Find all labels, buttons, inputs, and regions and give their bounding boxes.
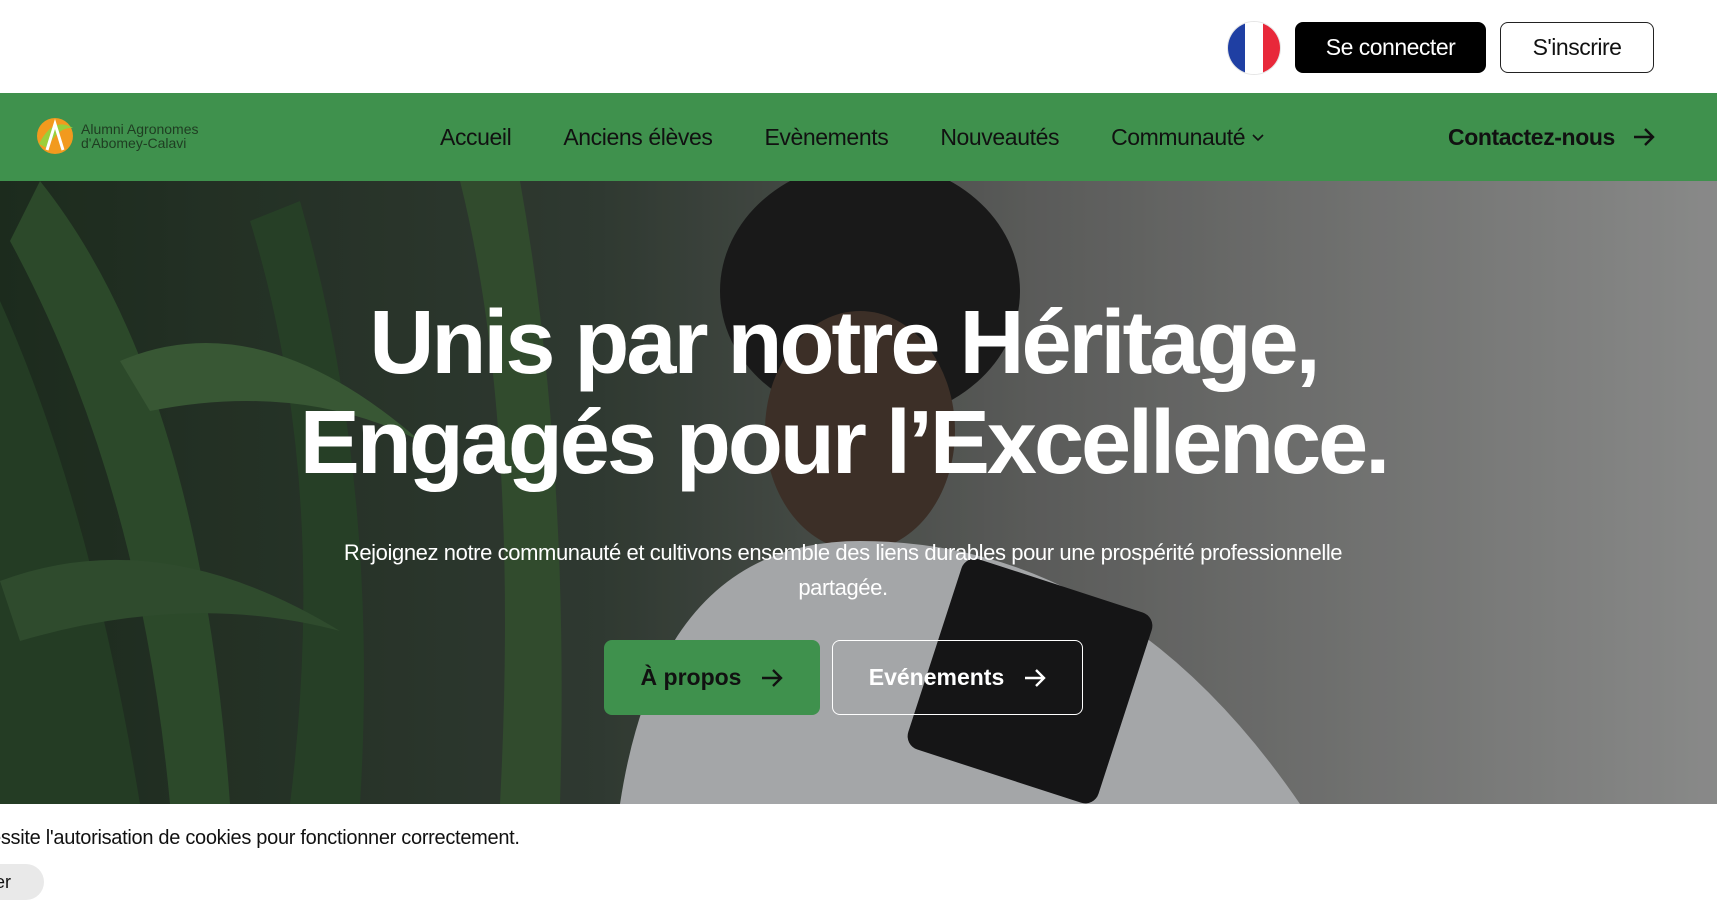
hero-title-line1: Unis par notre Héritage, — [369, 293, 1320, 393]
brand-name-line1: Alumni Agronomes — [81, 121, 199, 137]
arrow-right-icon — [1025, 668, 1046, 687]
nav-link-nouveautes[interactable]: Nouveautés — [940, 124, 1059, 151]
events-button[interactable]: Evénements — [832, 640, 1083, 715]
nav-link-communaute-label: Communauté — [1111, 123, 1246, 150]
about-button-label: À propos — [640, 664, 742, 690]
login-button[interactable]: Se connecter — [1295, 22, 1486, 73]
nav-link-communaute[interactable]: Communauté — [1111, 124, 1265, 151]
nav-link-anciens-eleves[interactable]: Anciens élèves — [563, 124, 713, 151]
contact-link-label: Contactez-nous — [1448, 123, 1615, 150]
arrow-right-icon — [762, 668, 784, 687]
hero-title-line2: Engagés pour l’Excellence. — [299, 393, 1390, 493]
cookie-banner: essite l'autorisation de cookies pour fo… — [0, 804, 1717, 900]
hero-subtitle: Rejoignez notre communauté et cultivons … — [343, 540, 1343, 600]
brand-name-line2: d'Abomey-Calavi — [81, 135, 187, 151]
chevron-down-icon — [1252, 134, 1264, 142]
cookie-banner-text: essite l'autorisation de cookies pour fo… — [0, 827, 520, 849]
brand-logo[interactable]: Alumni Agronomes d'Abomey-Calavi — [33, 114, 199, 158]
events-button-label: Evénements — [868, 664, 1005, 690]
top-bar: Se connecter S'inscrire — [0, 0, 1717, 93]
contact-link[interactable]: Contactez-nous — [1448, 93, 1655, 181]
france-flag-icon[interactable] — [1228, 22, 1280, 74]
cookie-accept-button[interactable]: er — [0, 864, 44, 900]
main-navigation: Alumni Agronomes d'Abomey-Calavi Accueil… — [0, 93, 1717, 181]
arrow-right-icon — [1633, 128, 1655, 146]
hero-title: Unis par notre Héritage, Engagés pour l’… — [0, 293, 1687, 493]
alumni-logo-icon — [37, 118, 73, 154]
hero-section: Unis par notre Héritage, Engagés pour l’… — [0, 181, 1717, 804]
brand-name: Alumni Agronomes d'Abomey-Calavi — [81, 122, 199, 150]
nav-link-accueil[interactable]: Accueil — [440, 124, 512, 151]
nav-links: Accueil Anciens élèves Evènements Nouvea… — [440, 93, 1317, 181]
about-button[interactable]: À propos — [604, 640, 820, 715]
nav-link-evenements[interactable]: Evènements — [764, 124, 888, 151]
signup-button[interactable]: S'inscrire — [1500, 22, 1654, 73]
page: Se connecter S'inscrire Alumni Agronomes… — [0, 0, 1717, 900]
